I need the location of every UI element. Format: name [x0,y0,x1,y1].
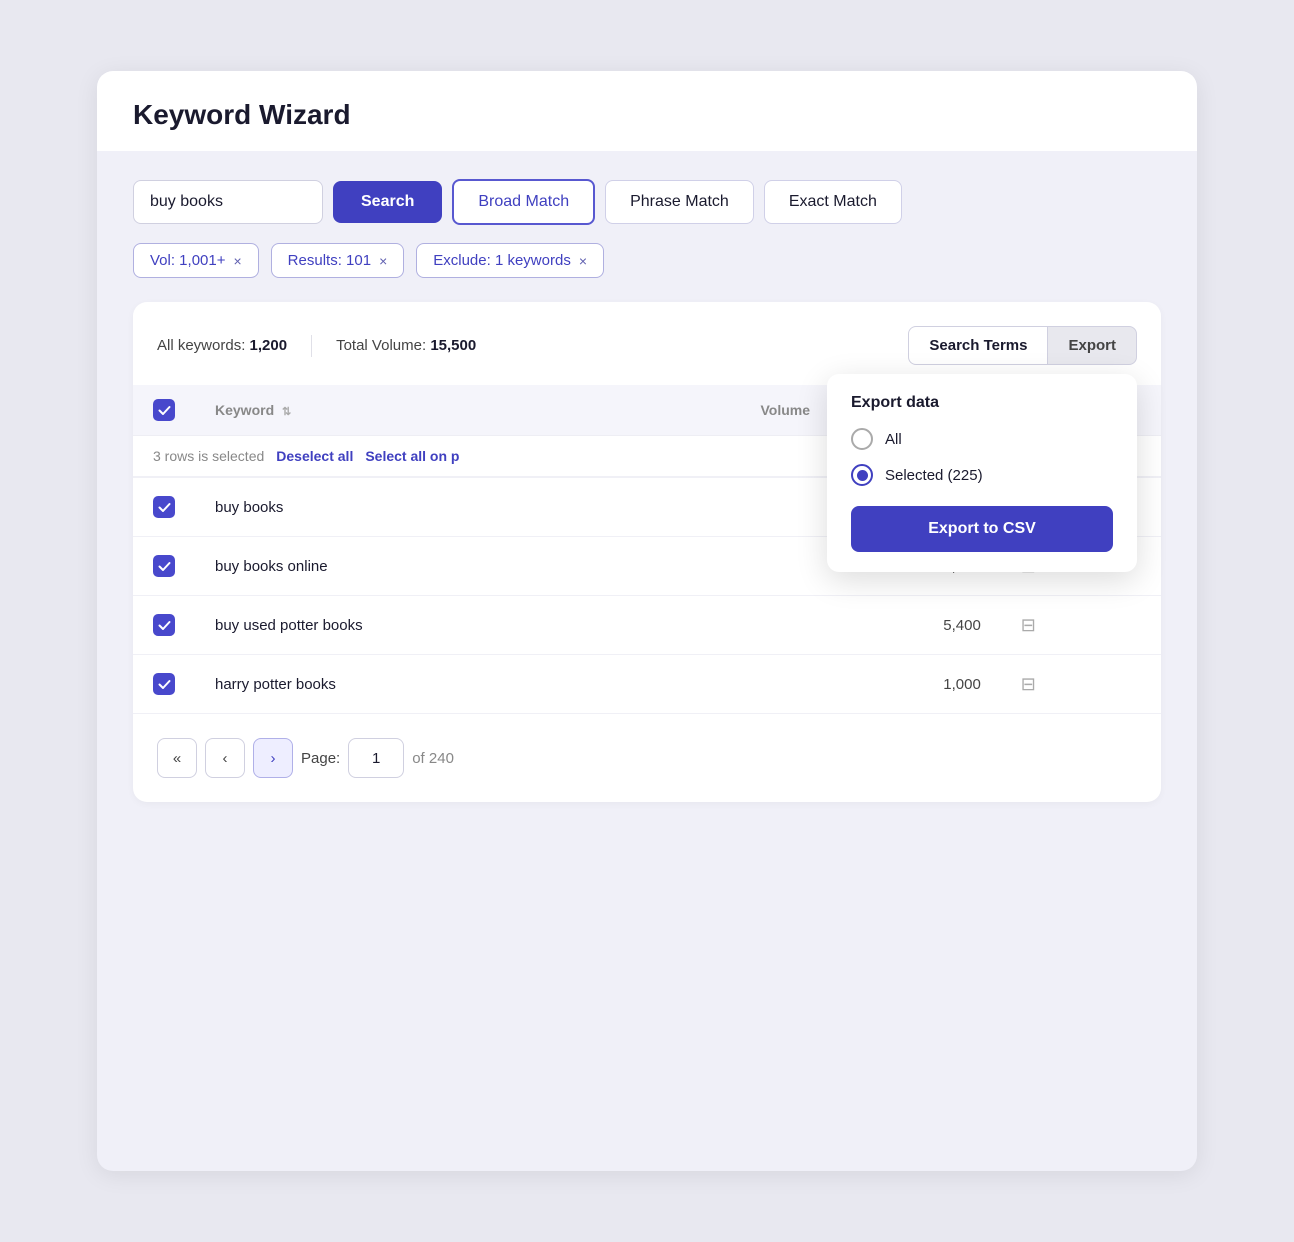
select-all-link[interactable]: Select all on p [365,448,459,464]
export-selected-label: Selected (225) [885,467,983,484]
summary-divider [311,335,312,357]
filter-exclude[interactable]: Exclude: 1 keywords × [416,243,604,278]
row-4-volume: 1,000 [740,655,1000,714]
radio-all[interactable] [851,428,873,450]
row-4-keyword: harry potter books [195,655,740,714]
col-keyword: Keyword ⇅ [195,385,740,436]
search-row: Search Broad Match Phrase Match Exact Ma… [133,179,1161,225]
filter-vol-label: Vol: 1,001+ [150,252,225,269]
row-3-keyword: buy used potter books [195,596,740,655]
exact-match-button[interactable]: Exact Match [764,180,902,224]
row-4-checkbox[interactable] [153,673,175,695]
radio-selected[interactable] [851,464,873,486]
page-title: Keyword Wizard [133,99,1161,131]
phrase-match-button[interactable]: Phrase Match [605,180,754,224]
table-row: buy used potter books 5,400 ⊟ [133,596,1161,655]
pagination: « ‹ › Page: of 240 [133,714,1161,802]
export-option-selected[interactable]: Selected (225) [851,464,1113,486]
col-checkbox [133,385,195,436]
next-page-button[interactable]: › [253,738,293,778]
search-input[interactable] [133,180,323,224]
filter-exclude-label: Exclude: 1 keywords [433,252,571,269]
row-4-copy-icon[interactable]: ⊟ [1021,674,1036,694]
deselect-all-link[interactable]: Deselect all [276,448,353,464]
row-3-volume: 5,400 [740,596,1000,655]
row-2-keyword: buy books online [195,537,740,596]
filter-results[interactable]: Results: 101 × [271,243,405,278]
search-button[interactable]: Search [333,181,442,223]
search-terms-button[interactable]: Search Terms [908,326,1047,365]
filter-vol-close[interactable]: × [233,253,241,269]
table-row: harry potter books 1,000 ⊟ [133,655,1161,714]
filter-exclude-close[interactable]: × [579,253,587,269]
sort-arrows-icon[interactable]: ⇅ [282,406,291,418]
selection-info: 3 rows is selected [153,448,264,464]
page-of: of 240 [412,750,454,767]
row-1-checkbox[interactable] [153,496,175,518]
export-dropdown-title: Export data [851,394,1113,412]
export-button[interactable]: Export [1047,326,1137,365]
header-checkbox[interactable] [153,399,175,421]
page-input[interactable] [348,738,404,778]
filter-results-label: Results: 101 [288,252,371,269]
filter-results-close[interactable]: × [379,253,387,269]
all-keywords-summary: All keywords: 1,200 [157,337,287,354]
export-all-label: All [885,431,902,448]
export-dropdown: Export data All Selected (225) Export to… [827,374,1137,572]
row-3-copy-icon[interactable]: ⊟ [1021,615,1036,635]
prev-page-button[interactable]: ‹ [205,738,245,778]
broad-match-button[interactable]: Broad Match [452,179,595,225]
export-option-all[interactable]: All [851,428,1113,450]
first-page-button[interactable]: « [157,738,197,778]
export-csv-button[interactable]: Export to CSV [851,506,1113,552]
row-2-checkbox[interactable] [153,555,175,577]
total-volume-summary: Total Volume: 15,500 [336,337,476,354]
page-label: Page: [301,750,340,767]
filter-row: Vol: 1,001+ × Results: 101 × Exclude: 1 … [133,243,1161,278]
filter-vol[interactable]: Vol: 1,001+ × [133,243,259,278]
row-1-keyword: buy books [195,478,740,537]
table-card: All keywords: 1,200 Total Volume: 15,500… [133,302,1161,802]
row-3-checkbox[interactable] [153,614,175,636]
summary-actions: Search Terms Export [908,326,1137,365]
